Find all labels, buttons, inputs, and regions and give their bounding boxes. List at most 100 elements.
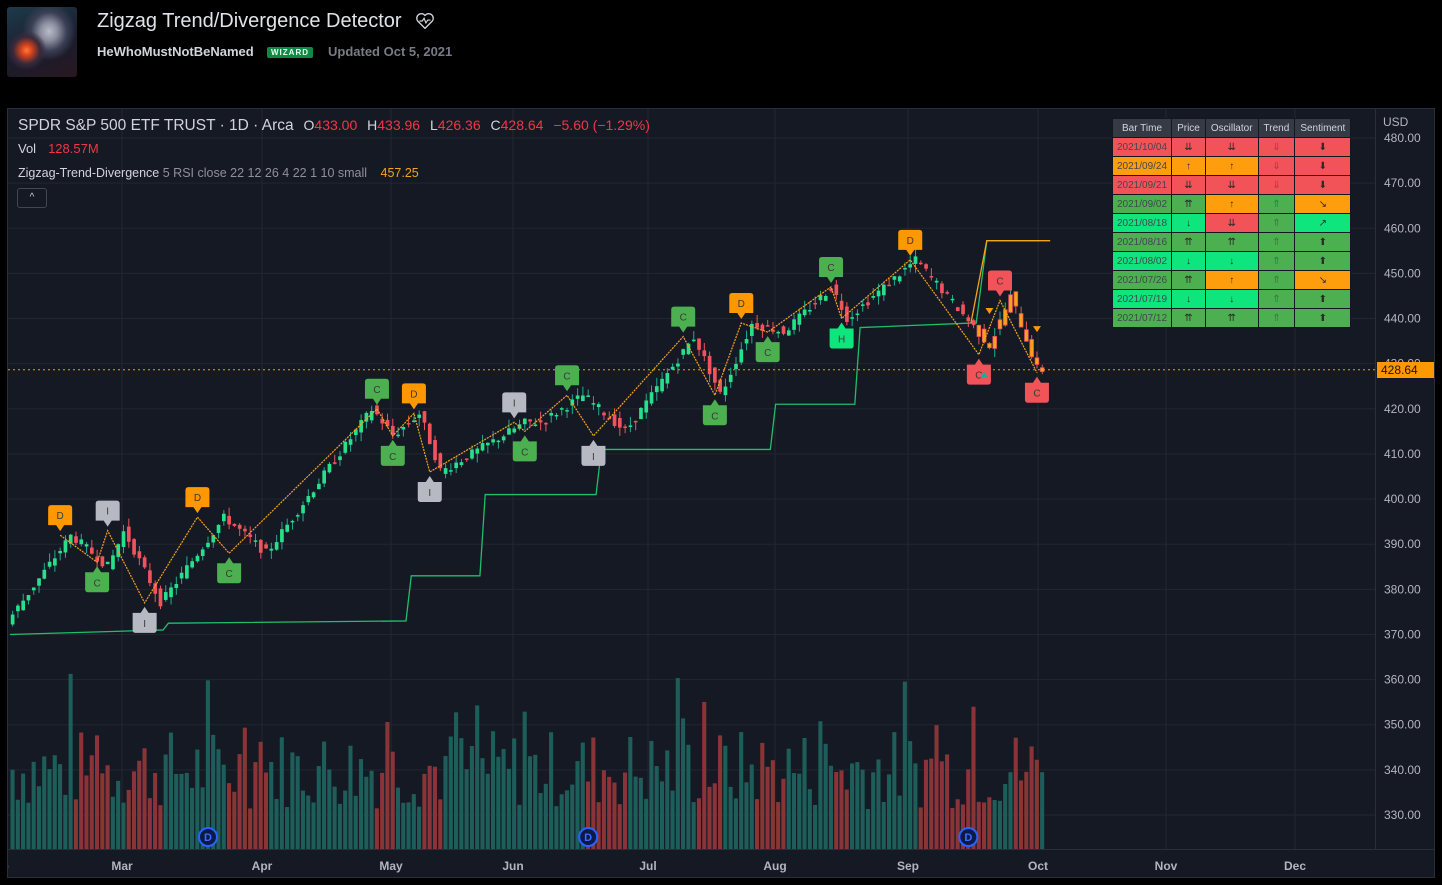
volume-bar: [353, 795, 358, 849]
author-avatar[interactable]: [7, 7, 77, 77]
volume-bar: [31, 761, 36, 849]
volume-bar: [63, 794, 68, 849]
candle-body: [623, 426, 627, 429]
volume-bar: [955, 799, 960, 849]
volume-bar: [422, 773, 427, 849]
candle-body: [121, 531, 126, 547]
volume-bar: [142, 748, 147, 849]
volume-bar: [828, 765, 833, 849]
candle-body: [90, 547, 94, 554]
signal-down-triangle-icon: [1032, 326, 1041, 333]
volume-bar: [844, 789, 849, 849]
cell-sentiment: ⬆: [1294, 251, 1352, 271]
volume-bar: [929, 758, 934, 849]
volume-bar: [438, 799, 443, 849]
candle-body: [929, 276, 934, 278]
price-tick-label: 350.00: [1384, 718, 1421, 732]
price-axis[interactable]: 480.00470.00460.00450.00440.00430.00420.…: [1375, 109, 1434, 849]
volume-bar: [427, 765, 432, 849]
volume-bar: [10, 769, 15, 849]
candle-body: [491, 439, 495, 443]
volume-bar: [939, 761, 944, 849]
pivot-label-text: C: [373, 385, 380, 396]
indicator-params: 5 RSI close 22 12 26 4 22 1 10 small: [162, 166, 368, 180]
table-header-price: Price: [1171, 118, 1206, 138]
candle-body: [243, 528, 247, 532]
candle-body: [1013, 291, 1019, 307]
currency-label[interactable]: USD: [1383, 115, 1408, 129]
cell-trend: ⇑: [1257, 270, 1296, 290]
volume-bar: [42, 756, 47, 849]
candle-body: [280, 529, 284, 543]
candle-body: [876, 290, 881, 297]
candle-body: [665, 373, 670, 384]
candle-body: [200, 549, 205, 557]
candle-body: [618, 418, 622, 428]
volume-bar: [454, 712, 459, 849]
volume-bar: [290, 752, 295, 849]
candle-body: [781, 326, 786, 334]
cell-bar-time: 2021/08/02: [1111, 251, 1173, 271]
volume-bar: [823, 743, 828, 849]
candle-body: [449, 470, 453, 472]
volume-label[interactable]: Vol: [18, 141, 36, 156]
volume-bar: [897, 795, 902, 849]
author-name[interactable]: HeWhoMustNotBeNamed: [97, 44, 254, 59]
volume-bar: [94, 735, 100, 849]
volume-bar: [902, 681, 907, 849]
volume-bar: [358, 759, 364, 849]
close-value: 428.64: [500, 117, 544, 133]
volume-bar: [549, 732, 554, 849]
low-value: 426.36: [437, 117, 481, 133]
volume-bar: [533, 754, 538, 849]
pivot-label-text: C: [226, 569, 233, 580]
volume-bar: [638, 777, 643, 849]
last-price-label: 428.64: [1377, 361, 1434, 378]
candle-body: [739, 349, 744, 363]
heart-pulse-icon[interactable]: [414, 10, 436, 32]
time-axis[interactable]: Feb Mar Apr May Jun Jul Aug Sep Oct Nov Dec: [8, 849, 1434, 877]
volume-bar: [263, 772, 269, 849]
price-tick-label: 360.00: [1384, 673, 1421, 687]
price-tick-label: 370.00: [1384, 627, 1421, 641]
chart-pane[interactable]: D C I I D C C C D I I C C I C C D C C H D C C C D D D SPDR S&P 500…: [7, 108, 1435, 878]
cell-sentiment: ⬇: [1294, 156, 1352, 176]
volume-bar: [1008, 772, 1013, 849]
volume-bar: [269, 762, 274, 849]
pivot-label-text: H: [838, 335, 845, 346]
candle-body: [406, 423, 411, 425]
candle-body: [559, 408, 564, 410]
pivot-label-text: D: [738, 299, 745, 310]
cell-trend: ⇓: [1257, 137, 1296, 157]
dividend-marker-text: D: [204, 832, 212, 844]
cell-sentiment: ⬆: [1294, 232, 1352, 252]
candle-body: [797, 313, 802, 325]
volume-bar: [131, 771, 137, 849]
volume-bar: [791, 773, 797, 849]
indicator-name[interactable]: Zigzag-Trend-Divergence: [18, 166, 159, 180]
pivot-label-text: C: [521, 447, 528, 458]
candle-body: [813, 302, 818, 305]
volume-bar: [765, 766, 770, 849]
volume-bar: [390, 751, 395, 849]
candle-body: [190, 561, 194, 568]
cell-price: ↑: [1171, 156, 1206, 176]
candle-body: [691, 339, 696, 342]
volume-bar: [459, 738, 464, 849]
volume-bar: [728, 786, 733, 849]
volume-bar: [89, 755, 94, 849]
cell-oscillator: ⇈: [1204, 232, 1259, 252]
candle-body: [528, 419, 532, 422]
candle-body: [158, 588, 163, 607]
candle-body: [338, 456, 342, 461]
candle-body: [163, 592, 168, 600]
symbol-title[interactable]: SPDR S&P 500 ETF TRUST · 1D · Arca: [18, 117, 294, 134]
candle-body: [137, 551, 142, 559]
candle-body: [269, 548, 274, 551]
pivot-label-text: I: [592, 452, 595, 463]
cell-oscillator: ↓: [1204, 289, 1259, 309]
collapse-legend-button[interactable]: ^: [17, 188, 47, 208]
volume-bar: [749, 764, 754, 849]
volume-bar: [992, 799, 997, 849]
pivot-label-text: C: [827, 263, 834, 274]
